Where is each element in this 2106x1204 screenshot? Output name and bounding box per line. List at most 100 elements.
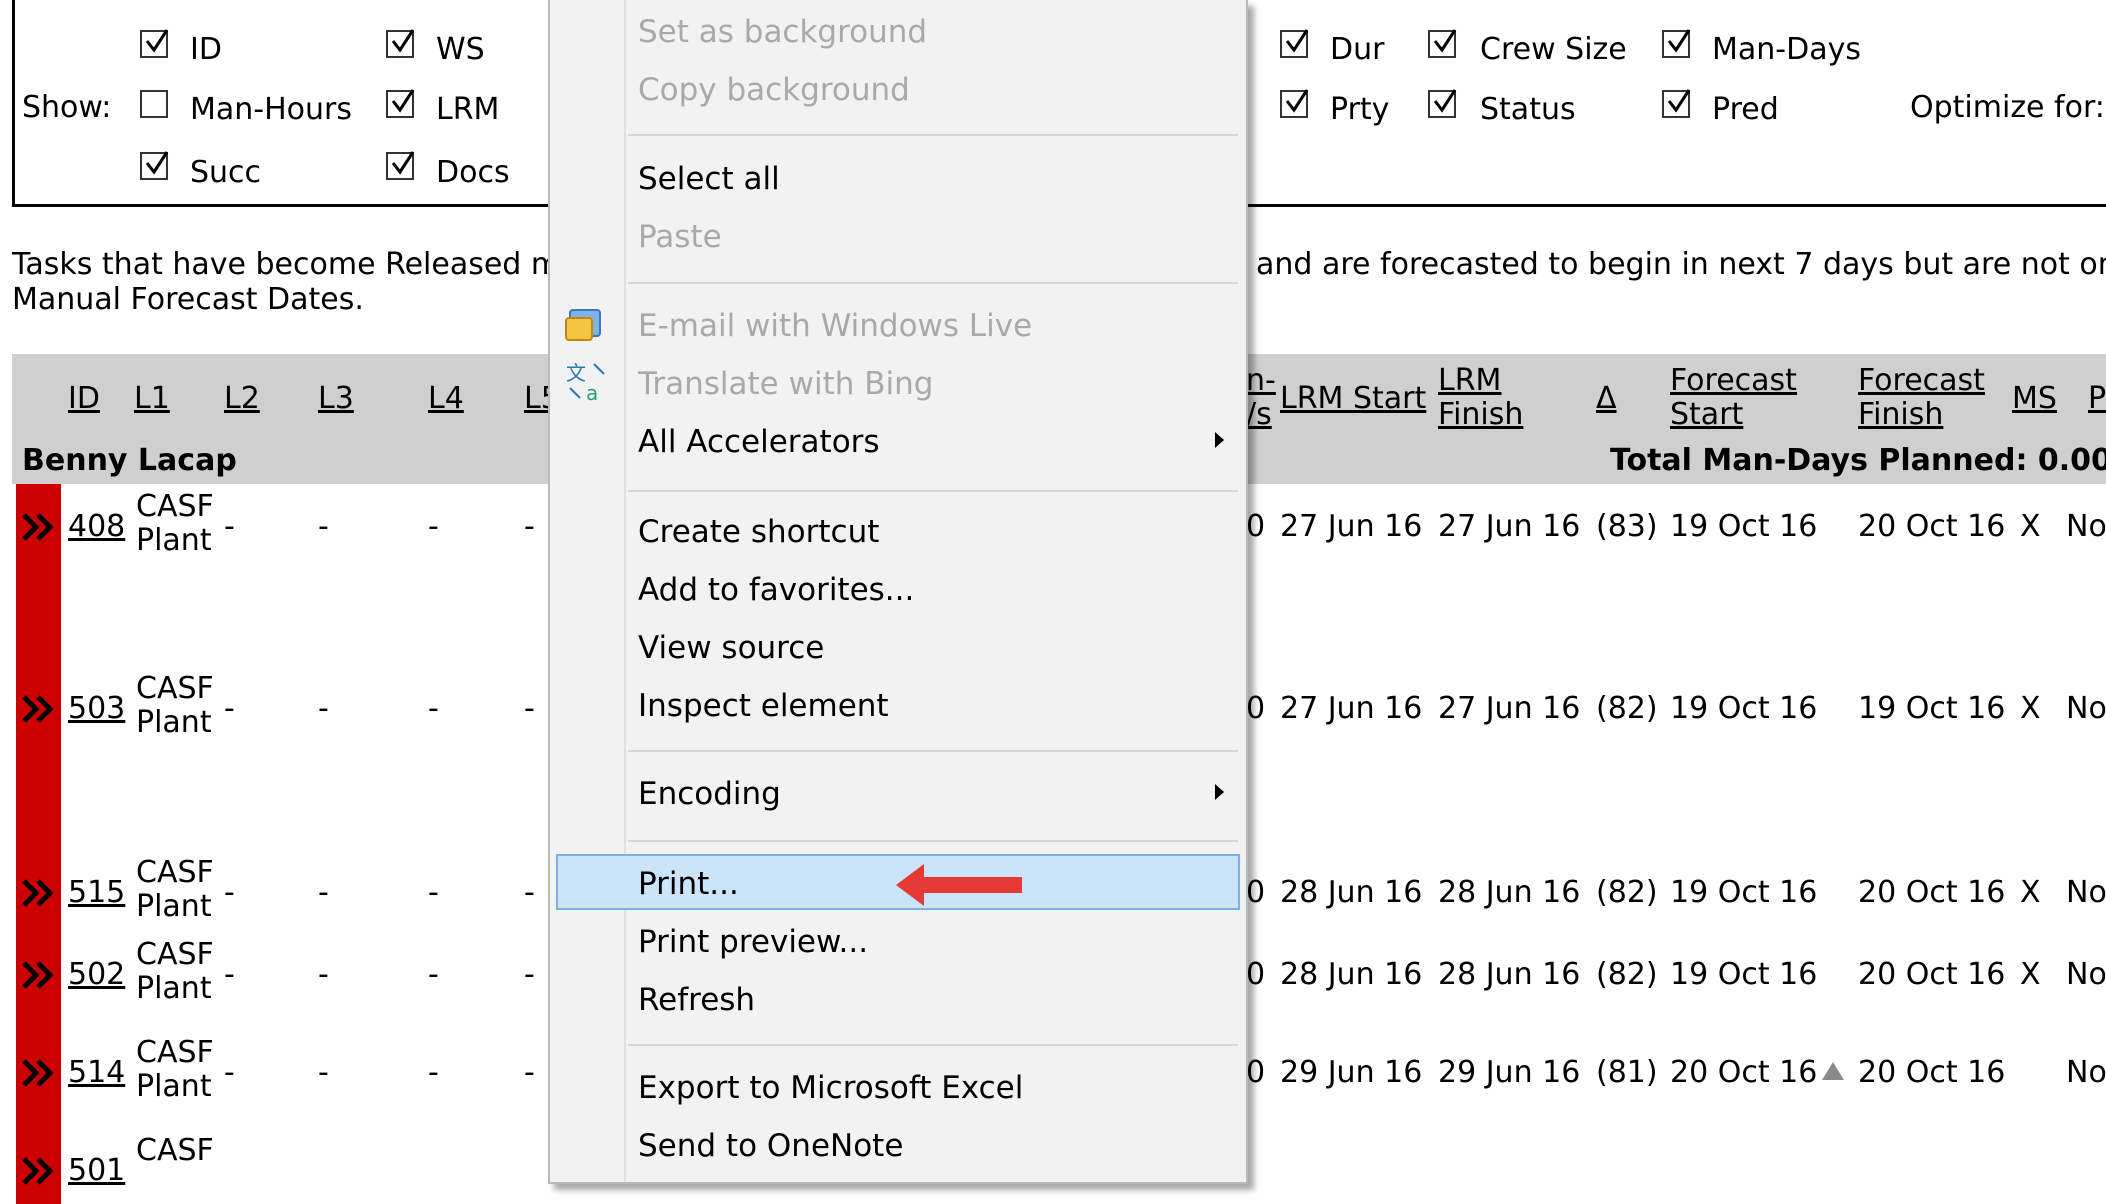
menu-item-create-shortcut[interactable]: Create shortcut: [638, 514, 879, 550]
checkbox-man-hours-label: Man-Hours: [190, 92, 352, 127]
menu-item-print-preview[interactable]: Print preview...: [638, 924, 868, 960]
show-label: Show:: [22, 90, 112, 125]
cell-delta: (81): [1596, 1055, 1658, 1090]
menu-item-translate-bing[interactable]: Translate with Bing: [638, 366, 933, 402]
cell-l1-line1: CASF: [136, 671, 214, 706]
menu-item-paste[interactable]: Paste: [638, 219, 722, 255]
context-menu: Set as background Copy background Select…: [548, 0, 1248, 1184]
cell-p: No: [2066, 957, 2106, 992]
col-header-p[interactable]: P: [2088, 382, 2106, 416]
cell-dash: -: [318, 957, 329, 992]
cell-lrm-finish: 29 Jun 16: [1438, 1055, 1581, 1090]
cell-id[interactable]: 408: [68, 510, 125, 544]
menu-item-select-all[interactable]: Select all: [638, 161, 780, 197]
menu-item-add-favorites[interactable]: Add to favorites...: [638, 572, 914, 608]
menu-item-refresh[interactable]: Refresh: [638, 982, 755, 1018]
cell-dash: -: [524, 691, 535, 726]
cell-l1-line2: Plant: [136, 705, 212, 740]
menu-item-inspect-element[interactable]: Inspect element: [638, 688, 889, 724]
expand-chevron-icon[interactable]: [20, 1156, 56, 1186]
cell-l1-line2: Plant: [136, 523, 212, 558]
submenu-arrow-icon: [1215, 432, 1224, 448]
cell-fc-finish: 20 Oct 16: [1858, 875, 2006, 910]
menu-item-print[interactable]: Print...: [638, 866, 739, 902]
col-header-forecast-start-line1[interactable]: Forecast: [1670, 364, 1797, 398]
cell-id[interactable]: 502: [68, 958, 125, 992]
expand-chevron-icon[interactable]: [20, 1058, 56, 1088]
col-header-lrm-start[interactable]: LRM Start: [1280, 382, 1426, 416]
cell-fc-start: 19 Oct 16: [1670, 875, 1818, 910]
submenu-arrow-icon: [1215, 784, 1224, 800]
cell-frag: 0: [1246, 875, 1266, 910]
menu-item-view-source[interactable]: View source: [638, 630, 824, 666]
cell-dash: -: [224, 691, 235, 726]
checkbox-prty-box[interactable]: [1280, 89, 1309, 118]
expand-chevron-icon[interactable]: [20, 878, 56, 908]
col-header-l2[interactable]: L2: [224, 382, 260, 416]
cell-dash: -: [224, 509, 235, 544]
menu-item-encoding[interactable]: Encoding: [638, 776, 781, 812]
cell-id[interactable]: 514: [68, 1056, 125, 1090]
col-header-forecast-finish-line2[interactable]: Finish: [1858, 398, 1943, 432]
group-total: Total Man-Days Planned: 0.00 /: [1610, 443, 2106, 478]
col-header-ms[interactable]: MS: [2012, 382, 2057, 416]
check-icon: [1285, 89, 1309, 113]
cell-dash: -: [318, 691, 329, 726]
cell-id[interactable]: 503: [68, 692, 125, 726]
cell-dash: -: [428, 509, 439, 544]
check-icon: [1667, 89, 1691, 113]
expand-chevron-icon[interactable]: [20, 512, 56, 542]
red-arrow-callout-icon: [896, 864, 1022, 906]
cell-delta: (83): [1596, 509, 1658, 544]
checkbox-status-box[interactable]: [1428, 89, 1457, 118]
cell-id[interactable]: 501: [68, 1154, 125, 1188]
description-line2: Manual Forecast Dates.: [12, 282, 364, 317]
col-header-forecast-finish-line1[interactable]: Forecast: [1858, 364, 1985, 398]
checkbox-succ-box[interactable]: [140, 151, 169, 180]
col-header-mandays-frag-top[interactable]: n-: [1246, 364, 1276, 398]
col-header-lrm-finish-line2[interactable]: Finish: [1438, 398, 1523, 432]
checkbox-id-box[interactable]: [140, 29, 169, 58]
cell-lrm-finish: 27 Jun 16: [1438, 691, 1581, 726]
col-header-l1[interactable]: L1: [134, 382, 170, 416]
cell-fc-start: 19 Oct 16: [1670, 957, 1818, 992]
cell-frag: 0: [1246, 509, 1266, 544]
menu-item-export-excel[interactable]: Export to Microsoft Excel: [638, 1070, 1023, 1106]
col-header-forecast-start-line2[interactable]: Start: [1670, 398, 1743, 432]
col-header-mandays-frag-bottom[interactable]: /s: [1246, 398, 1272, 432]
cell-id[interactable]: 515: [68, 876, 125, 910]
menu-item-email-windows-live[interactable]: E-mail with Windows Live: [638, 308, 1032, 344]
menu-separator: [628, 1044, 1238, 1046]
check-icon: [1285, 29, 1309, 53]
cell-l1-line1: CASF: [136, 489, 214, 524]
check-icon: [391, 29, 415, 53]
cell-dash: -: [318, 875, 329, 910]
checkbox-crew-size-box[interactable]: [1428, 29, 1457, 58]
optimize-label: Optimize for:: [1910, 90, 2105, 125]
cell-delta: (82): [1596, 957, 1658, 992]
menu-item-send-onenote[interactable]: Send to OneNote: [638, 1128, 903, 1164]
menu-item-set-background[interactable]: Set as background: [638, 14, 927, 50]
cell-lrm-start: 28 Jun 16: [1280, 957, 1423, 992]
expand-chevron-icon[interactable]: [20, 960, 56, 990]
checkbox-lrm-box[interactable]: [386, 89, 415, 118]
col-header-delta[interactable]: Δ: [1596, 382, 1617, 416]
col-header-l4[interactable]: L4: [428, 382, 464, 416]
cell-fc-start: 19 Oct 16: [1670, 691, 1818, 726]
checkbox-ws-box[interactable]: [386, 29, 415, 58]
checkbox-dur-box[interactable]: [1280, 29, 1309, 58]
cell-p: No: [2066, 875, 2106, 910]
description-line1-left: Tasks that have become Released mo: [12, 247, 579, 282]
expand-chevron-icon[interactable]: [20, 694, 56, 724]
checkbox-man-hours-box[interactable]: [140, 90, 168, 118]
col-header-id[interactable]: ID: [68, 382, 100, 416]
menu-item-copy-background[interactable]: Copy background: [638, 72, 910, 108]
col-header-l3[interactable]: L3: [318, 382, 354, 416]
checkbox-pred-box[interactable]: [1662, 89, 1691, 118]
checkbox-docs-box[interactable]: [386, 151, 415, 180]
checkbox-man-days-box[interactable]: [1662, 29, 1691, 58]
cell-dash: -: [428, 691, 439, 726]
col-header-lrm-finish-line1[interactable]: LRM: [1438, 364, 1501, 398]
check-icon: [1433, 89, 1457, 113]
menu-item-all-accelerators[interactable]: All Accelerators: [638, 424, 880, 460]
